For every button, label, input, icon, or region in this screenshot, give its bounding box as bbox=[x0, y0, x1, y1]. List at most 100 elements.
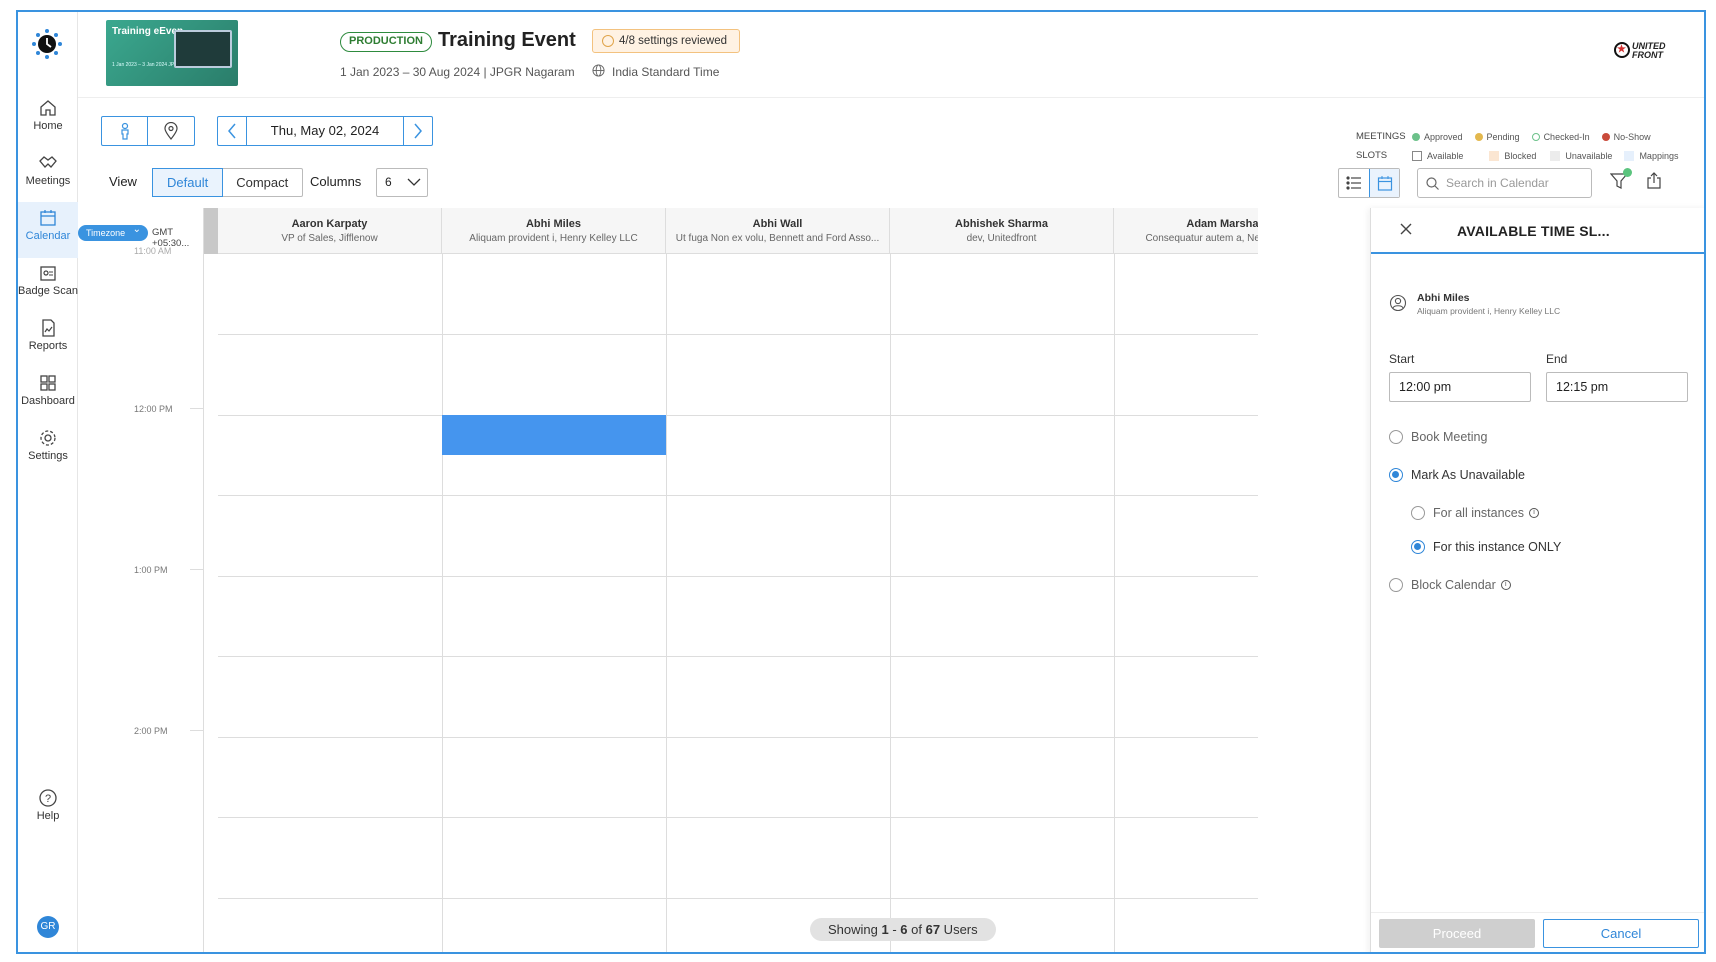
sidebar: Home Meetings Calendar Badge Scan Report… bbox=[18, 12, 78, 952]
end-label: End bbox=[1546, 352, 1568, 366]
column-header[interactable]: Abhi Wall Ut fuga Non ex volu, Bennett a… bbox=[666, 208, 890, 253]
column-header[interactable]: Adam Marshall Consequatur autem a, Newma… bbox=[1114, 208, 1258, 253]
environment-badge: PRODUCTION bbox=[340, 32, 432, 52]
end-time-field[interactable]: 12:15 pm bbox=[1546, 372, 1688, 402]
view-toggle: Default Compact bbox=[152, 168, 304, 197]
panel-user-title: Aliquam provident i, Henry Kelley LLC bbox=[1417, 306, 1561, 316]
person-filter-button[interactable] bbox=[102, 117, 148, 145]
info-icon[interactable]: i bbox=[1500, 580, 1511, 590]
block-calendar-radio[interactable]: Block Calendar i bbox=[1389, 578, 1511, 592]
cancel-button[interactable]: Cancel bbox=[1543, 919, 1699, 948]
calendar-grid: Timezone GMT +05:30... 11:00 AM 12:00 PM… bbox=[78, 208, 1258, 952]
date-navigator: Thu, May 02, 2024 bbox=[217, 116, 433, 146]
book-meeting-radio[interactable]: Book Meeting bbox=[1389, 430, 1487, 444]
column-header[interactable]: Abhi Miles Aliquam provident i, Henry Ke… bbox=[442, 208, 666, 253]
status-dot bbox=[1601, 132, 1610, 141]
search-input[interactable]: Search in Calendar bbox=[1417, 168, 1592, 198]
legend-slots-label: SLOTS bbox=[1356, 150, 1388, 161]
thumbnail-title: Training eEven bbox=[112, 26, 184, 37]
grid-icon bbox=[40, 375, 56, 391]
event-header: Training eEven 1 Jan 2023 – 3 Jan 2024 J… bbox=[78, 12, 1704, 98]
radio-circle bbox=[1411, 540, 1425, 554]
help-icon: ? bbox=[39, 789, 57, 807]
for-this-instance-radio[interactable]: For this instance ONLY bbox=[1411, 540, 1561, 554]
slot-divider bbox=[218, 576, 1258, 577]
column-divider bbox=[1114, 254, 1115, 952]
close-icon[interactable] bbox=[1399, 222, 1413, 236]
timezone-dropdown[interactable]: Timezone bbox=[78, 222, 148, 241]
columns-label: Columns bbox=[310, 174, 362, 189]
app-logo-icon[interactable] bbox=[31, 28, 63, 60]
location-filter-button[interactable] bbox=[148, 117, 194, 145]
settings-review-status[interactable]: 4/8 settings reviewed bbox=[592, 29, 741, 53]
export-icon[interactable] bbox=[1646, 172, 1662, 190]
column-user-name: Abhishek Sharma bbox=[955, 218, 1048, 230]
column-user-name: Aaron Karpaty bbox=[291, 218, 368, 230]
column-header[interactable]: Abhishek Sharma dev, Unitedfront bbox=[890, 208, 1114, 253]
sidebar-item-badge-scan[interactable]: Badge Scan bbox=[18, 257, 78, 313]
calendar-view-button[interactable] bbox=[1369, 169, 1399, 197]
sidebar-item-reports[interactable]: Reports bbox=[18, 312, 78, 368]
start-time-field[interactable]: 12:00 pm bbox=[1389, 372, 1531, 402]
sidebar-item-help[interactable]: ? Help bbox=[18, 782, 78, 838]
for-all-instances-radio[interactable]: For all instances i bbox=[1411, 506, 1540, 520]
column-headers: Aaron Karpaty VP of Sales, Jifflenow Abh… bbox=[218, 208, 1258, 254]
view-label: View bbox=[109, 174, 137, 189]
next-day-button[interactable] bbox=[404, 117, 432, 145]
legend-no-show: No-Show bbox=[1601, 132, 1651, 142]
info-icon[interactable]: i bbox=[1529, 508, 1540, 518]
laptop-image bbox=[174, 30, 232, 68]
event-thumbnail: Training eEven 1 Jan 2023 – 3 Jan 2024 J… bbox=[106, 20, 238, 86]
sidebar-item-home[interactable]: Home bbox=[18, 92, 78, 148]
columns-select[interactable]: 6 bbox=[376, 168, 428, 197]
slot-divider bbox=[218, 737, 1258, 738]
time-label: 11:00 AM bbox=[134, 246, 172, 256]
selected-time-slot[interactable] bbox=[442, 415, 666, 455]
search-icon bbox=[1426, 177, 1439, 190]
sidebar-item-calendar[interactable]: Calendar bbox=[18, 202, 78, 258]
sidebar-item-settings[interactable]: Settings bbox=[18, 422, 78, 478]
column-user-name: Abhi Miles bbox=[525, 218, 581, 230]
column-divider bbox=[666, 254, 667, 952]
legend-pending: Pending bbox=[1474, 132, 1520, 142]
view-compact-button[interactable]: Compact bbox=[222, 169, 302, 196]
column-header[interactable]: Aaron Karpaty VP of Sales, Jifflenow bbox=[218, 208, 442, 253]
legend-checked-in: Checked-In bbox=[1531, 132, 1590, 142]
hour-tick bbox=[190, 569, 204, 570]
time-slot-grid[interactable] bbox=[218, 254, 1258, 952]
slot-divider bbox=[218, 898, 1258, 899]
radio-circle bbox=[1411, 506, 1425, 520]
sidebar-item-meetings[interactable]: Meetings bbox=[18, 147, 78, 203]
legend: MEETINGS Approved Pending Checked-In No-… bbox=[1348, 125, 1693, 169]
time-label: 12:00 PM bbox=[134, 404, 173, 414]
layout-toggle bbox=[1338, 168, 1400, 198]
star-logo-icon bbox=[1614, 42, 1630, 58]
radio-circle bbox=[1389, 578, 1403, 592]
current-date[interactable]: Thu, May 02, 2024 bbox=[246, 117, 404, 145]
mark-unavailable-radio[interactable]: Mark As Unavailable bbox=[1389, 468, 1525, 482]
panel-header: AVAILABLE TIME SL... bbox=[1371, 208, 1704, 254]
event-timezone: India Standard Time bbox=[592, 64, 719, 79]
column-user-title: dev, Unitedfront bbox=[966, 233, 1037, 244]
slot-divider bbox=[218, 495, 1258, 496]
sidebar-item-label: Meetings bbox=[25, 175, 71, 187]
prev-day-button[interactable] bbox=[218, 117, 246, 145]
legend-mappings: Mappings bbox=[1624, 150, 1678, 161]
sidebar-item-label: Home bbox=[33, 120, 63, 132]
sidebar-item-label: Dashboard bbox=[21, 395, 75, 407]
list-view-button[interactable] bbox=[1339, 169, 1369, 197]
avatar[interactable]: GR bbox=[37, 916, 59, 938]
time-label: 2:00 PM bbox=[134, 726, 168, 736]
status-dot bbox=[1474, 132, 1483, 141]
view-default-button[interactable]: Default bbox=[152, 168, 224, 197]
proceed-button[interactable]: Proceed bbox=[1379, 919, 1535, 948]
globe-icon bbox=[592, 64, 605, 77]
legend-unavailable: Unavailable bbox=[1550, 150, 1612, 161]
hour-tick bbox=[190, 408, 204, 409]
legend-slots-row: SLOTS Available Blocked Unavailable Mapp… bbox=[1356, 150, 1690, 161]
collapse-handle[interactable] bbox=[204, 208, 218, 254]
sidebar-item-dashboard[interactable]: Dashboard bbox=[18, 367, 78, 423]
column-user-title: VP of Sales, Jifflenow bbox=[281, 233, 378, 244]
legend-available: Available bbox=[1412, 150, 1463, 161]
sidebar-item-label: Badge Scan bbox=[18, 285, 78, 297]
